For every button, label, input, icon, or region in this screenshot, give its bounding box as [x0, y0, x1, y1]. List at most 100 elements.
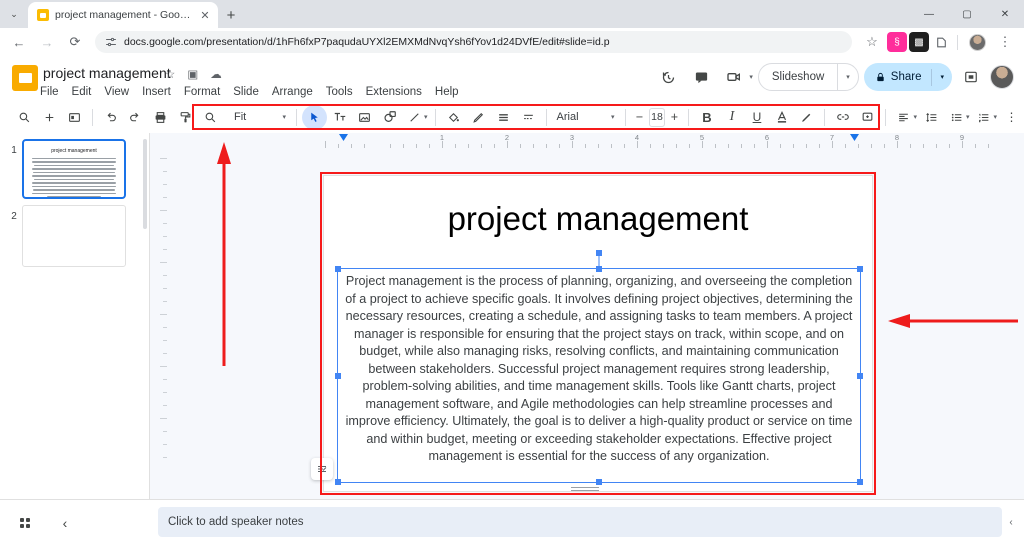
- search-icon[interactable]: [12, 105, 37, 130]
- menu-slide[interactable]: Slide: [233, 86, 259, 98]
- extension-pink-icon[interactable]: §: [887, 32, 907, 52]
- menu-tools[interactable]: Tools: [326, 86, 353, 98]
- new-tab-button[interactable]: +: [218, 2, 244, 28]
- move-to-folder-icon[interactable]: ▣: [187, 67, 198, 81]
- chevron-down-icon[interactable]: ▾: [282, 113, 286, 121]
- zoom-select[interactable]: Fit ▾: [229, 105, 291, 130]
- horizontal-ruler[interactable]: 1 2 3 4 5 6 7 8 9: [150, 133, 1024, 148]
- menu-file[interactable]: File: [40, 86, 59, 98]
- filmstrip-item[interactable]: 1 project management: [0, 133, 150, 199]
- align-caret-icon[interactable]: ▾: [913, 113, 917, 121]
- extension-dark-icon[interactable]: ▩: [909, 32, 929, 52]
- redo-icon[interactable]: [123, 105, 148, 130]
- decrease-font-size-button[interactable]: −: [631, 105, 649, 130]
- tune-icon[interactable]: [105, 36, 117, 48]
- bookmark-star-icon[interactable]: ☆: [859, 29, 885, 55]
- notes-resize-grip[interactable]: [571, 487, 599, 491]
- menu-insert[interactable]: Insert: [142, 86, 171, 98]
- vertical-ruler[interactable]: [155, 148, 167, 500]
- indent-marker-right[interactable]: [850, 134, 859, 141]
- text-color-icon[interactable]: [769, 105, 794, 130]
- italic-icon[interactable]: I: [719, 105, 744, 130]
- font-family-select[interactable]: Arial ▾: [552, 105, 620, 130]
- underline-icon[interactable]: U: [744, 105, 769, 130]
- insert-comment-icon[interactable]: [855, 105, 880, 130]
- slide-body-textbox[interactable]: Project management is the process of pla…: [335, 250, 863, 485]
- present-icon[interactable]: [957, 63, 985, 91]
- resize-handle-w[interactable]: [335, 372, 341, 379]
- slide-thumbnail-1[interactable]: project management: [22, 139, 126, 199]
- meet-caret-icon[interactable]: ▾: [749, 73, 753, 81]
- layout-icon[interactable]: [62, 105, 87, 130]
- fill-color-icon[interactable]: [441, 105, 466, 130]
- slideshow-button[interactable]: Slideshow ▾: [757, 63, 859, 91]
- border-weight-icon[interactable]: [491, 105, 516, 130]
- rotate-handle[interactable]: [596, 250, 602, 256]
- resize-handle-n[interactable]: [596, 266, 602, 272]
- menu-extensions[interactable]: Extensions: [366, 86, 422, 98]
- filmstrip-scrollbar[interactable]: [143, 139, 147, 229]
- font-size-input[interactable]: 18: [648, 107, 666, 127]
- menu-format[interactable]: Format: [184, 86, 220, 98]
- back-icon[interactable]: ←: [6, 29, 32, 55]
- slide-title-text[interactable]: project management: [354, 200, 842, 238]
- maximize-icon[interactable]: ▢: [948, 0, 986, 28]
- present-meet-icon[interactable]: [720, 63, 748, 91]
- collapse-filmstrip-icon[interactable]: ‹: [50, 508, 80, 538]
- menu-view[interactable]: View: [104, 86, 129, 98]
- browser-avatar[interactable]: [964, 29, 990, 55]
- numbered-list-caret-icon[interactable]: ▾: [993, 113, 997, 121]
- avatar[interactable]: [990, 65, 1014, 89]
- add-slide-icon[interactable]: [37, 105, 62, 130]
- chevron-down-icon[interactable]: ▾: [611, 113, 615, 121]
- chevron-down-icon[interactable]: ▾: [838, 73, 858, 81]
- resize-handle-sw[interactable]: [335, 479, 341, 485]
- select-cursor-icon[interactable]: [302, 104, 327, 130]
- resize-handle-e[interactable]: [857, 372, 863, 379]
- shape-icon[interactable]: [377, 105, 402, 130]
- version-history-icon[interactable]: [654, 63, 682, 91]
- close-icon[interactable]: ✕: [198, 8, 212, 22]
- resize-handle-se[interactable]: [857, 479, 863, 485]
- comment-icon[interactable]: [687, 63, 715, 91]
- menu-help[interactable]: Help: [435, 86, 459, 98]
- grid-view-icon[interactable]: [10, 508, 40, 538]
- resize-handle-s[interactable]: [596, 479, 602, 485]
- menu-arrange[interactable]: Arrange: [272, 86, 313, 98]
- forward-icon[interactable]: →: [34, 29, 60, 55]
- zoom-icon[interactable]: [198, 105, 223, 130]
- print-icon[interactable]: [148, 105, 173, 130]
- more-options-icon[interactable]: ⋮: [999, 105, 1024, 130]
- document-title[interactable]: project management: [43, 65, 171, 81]
- insert-image-icon[interactable]: [352, 105, 377, 130]
- border-color-icon[interactable]: [466, 105, 491, 130]
- menu-edit[interactable]: Edit: [72, 86, 92, 98]
- speaker-notes-field[interactable]: Click to add speaker notes: [158, 507, 1002, 537]
- highlight-color-icon[interactable]: [794, 105, 819, 130]
- reload-icon[interactable]: ⟳: [62, 29, 88, 55]
- resize-handle-ne[interactable]: [857, 266, 863, 272]
- increase-font-size-button[interactable]: +: [665, 105, 683, 130]
- line-options-caret-icon[interactable]: ▾: [424, 113, 428, 121]
- resize-handle-nw[interactable]: [335, 266, 341, 272]
- bulleted-list-caret-icon[interactable]: ▾: [966, 113, 970, 121]
- border-dash-icon[interactable]: [516, 105, 541, 130]
- slide-body-text[interactable]: Project management is the process of pla…: [338, 269, 860, 466]
- bold-icon[interactable]: B: [694, 105, 719, 130]
- address-bar[interactable]: docs.google.com/presentation/d/1hFh6fxP7…: [95, 31, 852, 53]
- minimize-icon[interactable]: —: [910, 0, 948, 28]
- share-button[interactable]: Share ▾: [863, 63, 952, 91]
- google-slides-icon[interactable]: [12, 65, 38, 91]
- text-box-icon[interactable]: [327, 105, 352, 130]
- star-icon[interactable]: ☆: [165, 67, 175, 81]
- chevron-down-icon[interactable]: ▾: [932, 73, 952, 81]
- insert-link-icon[interactable]: [830, 105, 855, 130]
- browser-tab[interactable]: project management - Google S ✕: [28, 2, 218, 28]
- expand-panel-icon[interactable]: ‹: [1002, 508, 1020, 536]
- slide-thumbnail-2[interactable]: [22, 205, 126, 267]
- window-close-icon[interactable]: ✕: [986, 0, 1024, 28]
- paint-format-icon[interactable]: [173, 105, 198, 130]
- format-options-icon[interactable]: [311, 458, 333, 480]
- filmstrip-item[interactable]: 2: [0, 199, 150, 267]
- line-spacing-icon[interactable]: [919, 105, 944, 130]
